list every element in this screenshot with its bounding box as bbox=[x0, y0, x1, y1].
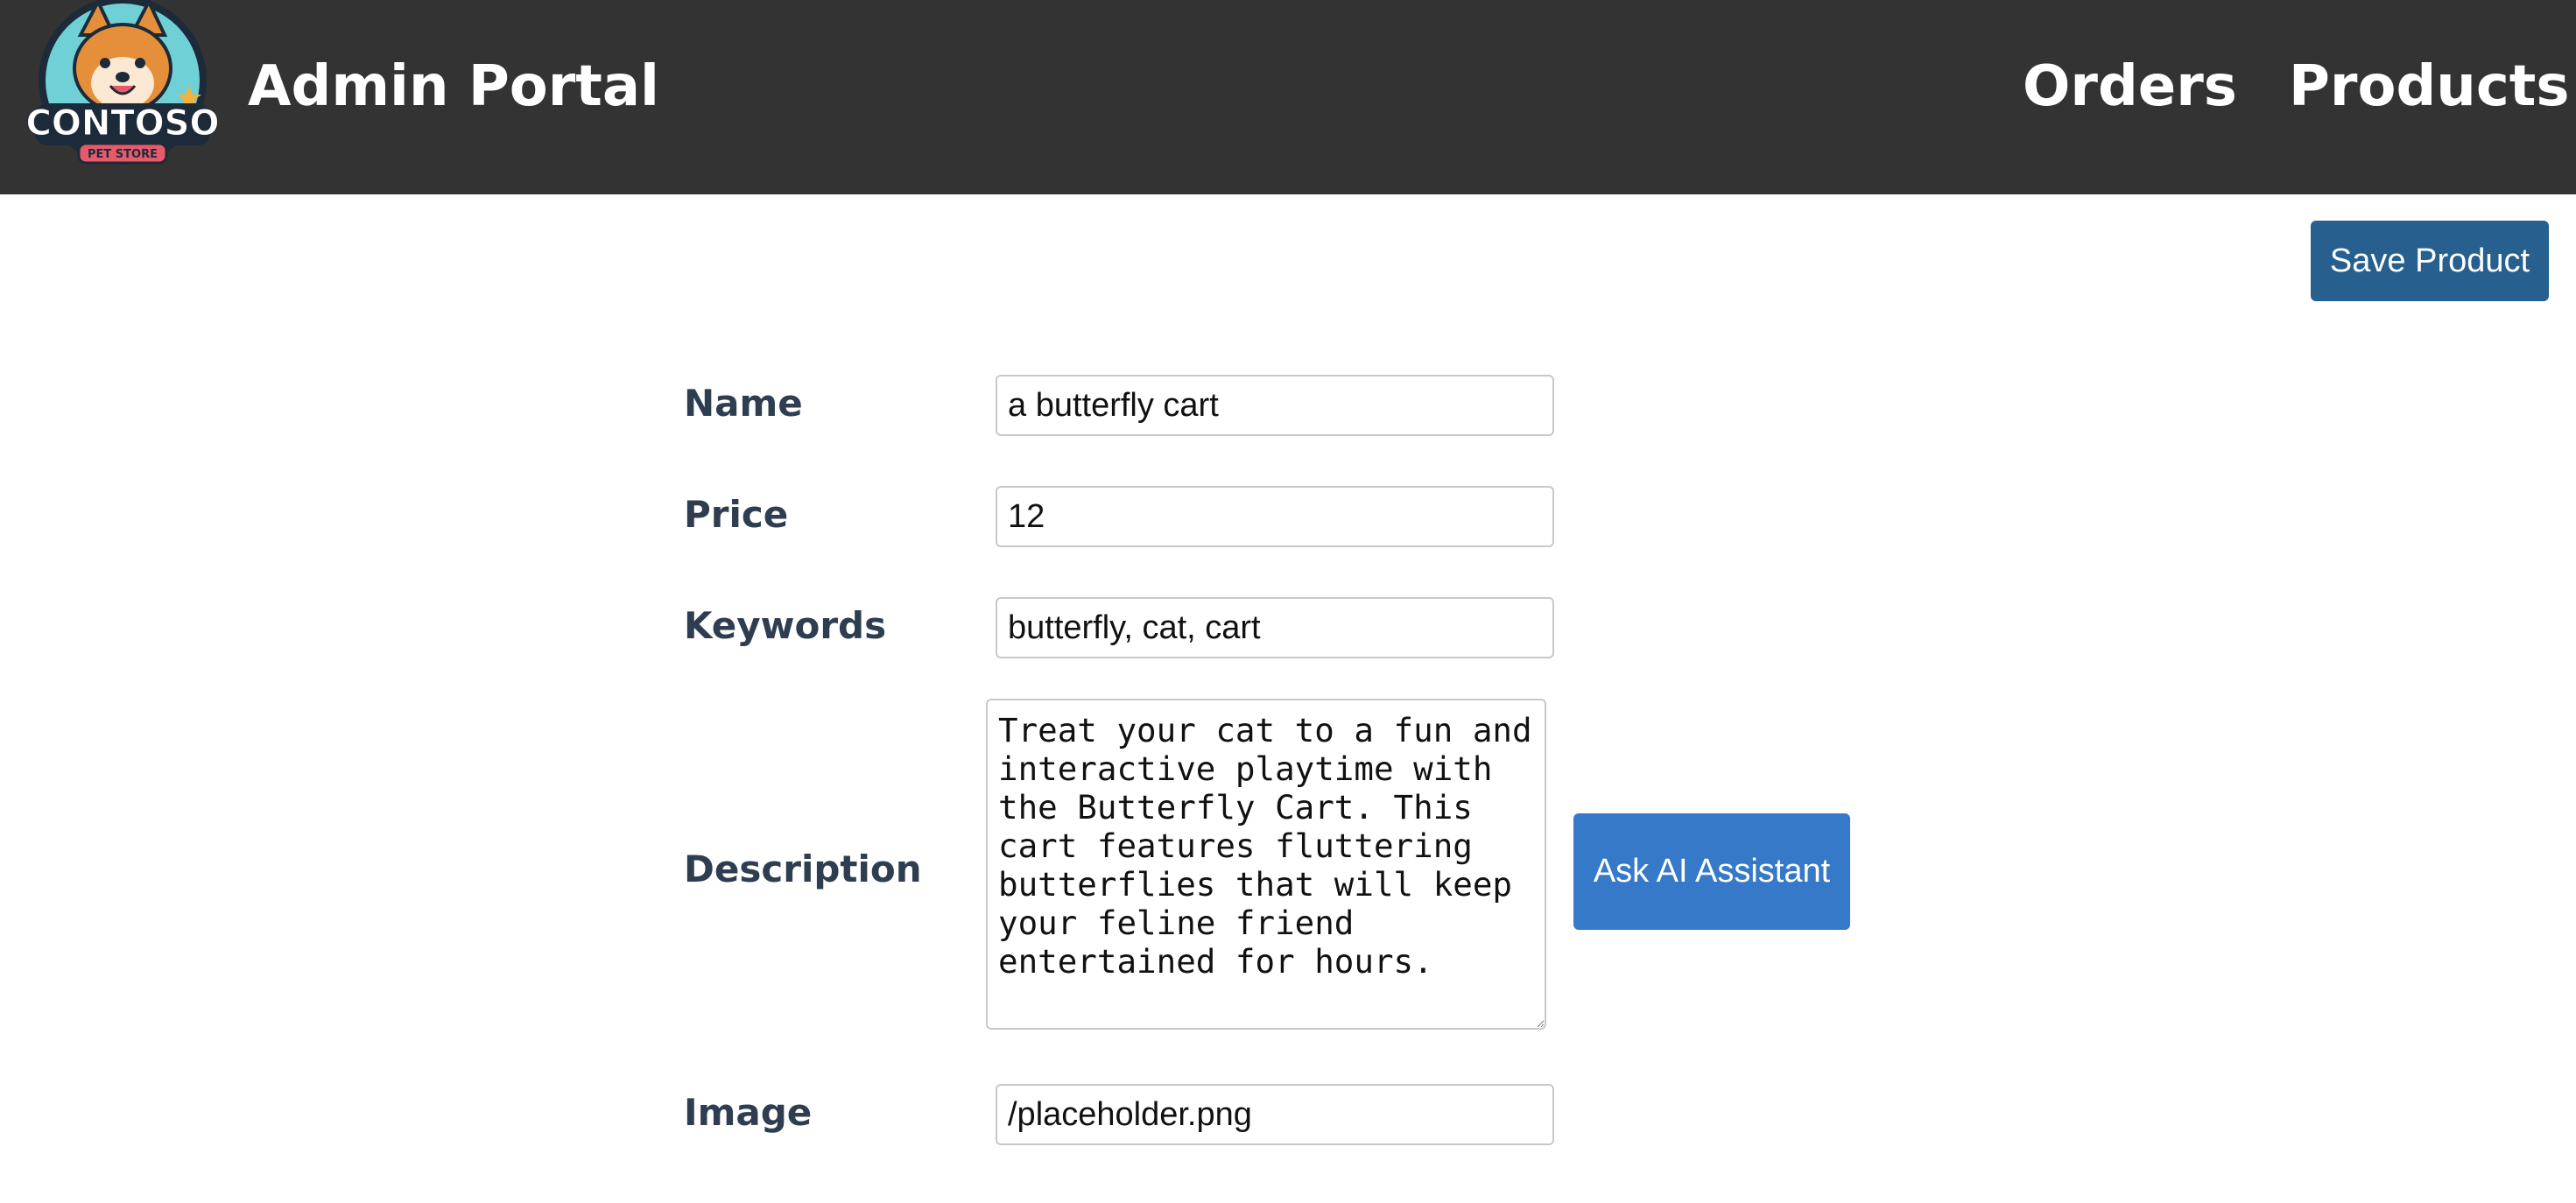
contoso-pet-store-logo[interactable]: CONTOSO PET STORE bbox=[26, 0, 219, 171]
save-product-button[interactable]: Save Product bbox=[2311, 221, 2549, 301]
nav-link-products[interactable]: Products bbox=[2289, 54, 2569, 119]
keywords-input[interactable] bbox=[996, 597, 1554, 658]
app-title: Admin Portal bbox=[248, 54, 659, 119]
name-label: Name bbox=[684, 382, 803, 425]
top-nav-bar: CONTOSO PET STORE Admin Portal Orders Pr… bbox=[0, 0, 2576, 194]
ask-ai-assistant-button[interactable]: Ask AI Assistant bbox=[1573, 813, 1850, 930]
keywords-label: Keywords bbox=[684, 604, 887, 647]
description-textarea[interactable]: Treat your cat to a fun and interactive … bbox=[986, 699, 1546, 1030]
image-label: Image bbox=[684, 1091, 813, 1134]
svg-text:PET STORE: PET STORE bbox=[88, 148, 158, 161]
price-label: Price bbox=[684, 493, 789, 536]
svg-text:CONTOSO: CONTOSO bbox=[26, 103, 219, 144]
name-input[interactable] bbox=[996, 375, 1554, 436]
nav-link-orders[interactable]: Orders bbox=[2023, 54, 2237, 119]
description-label: Description bbox=[684, 848, 922, 890]
image-input[interactable] bbox=[996, 1084, 1554, 1145]
price-input[interactable] bbox=[996, 486, 1554, 547]
